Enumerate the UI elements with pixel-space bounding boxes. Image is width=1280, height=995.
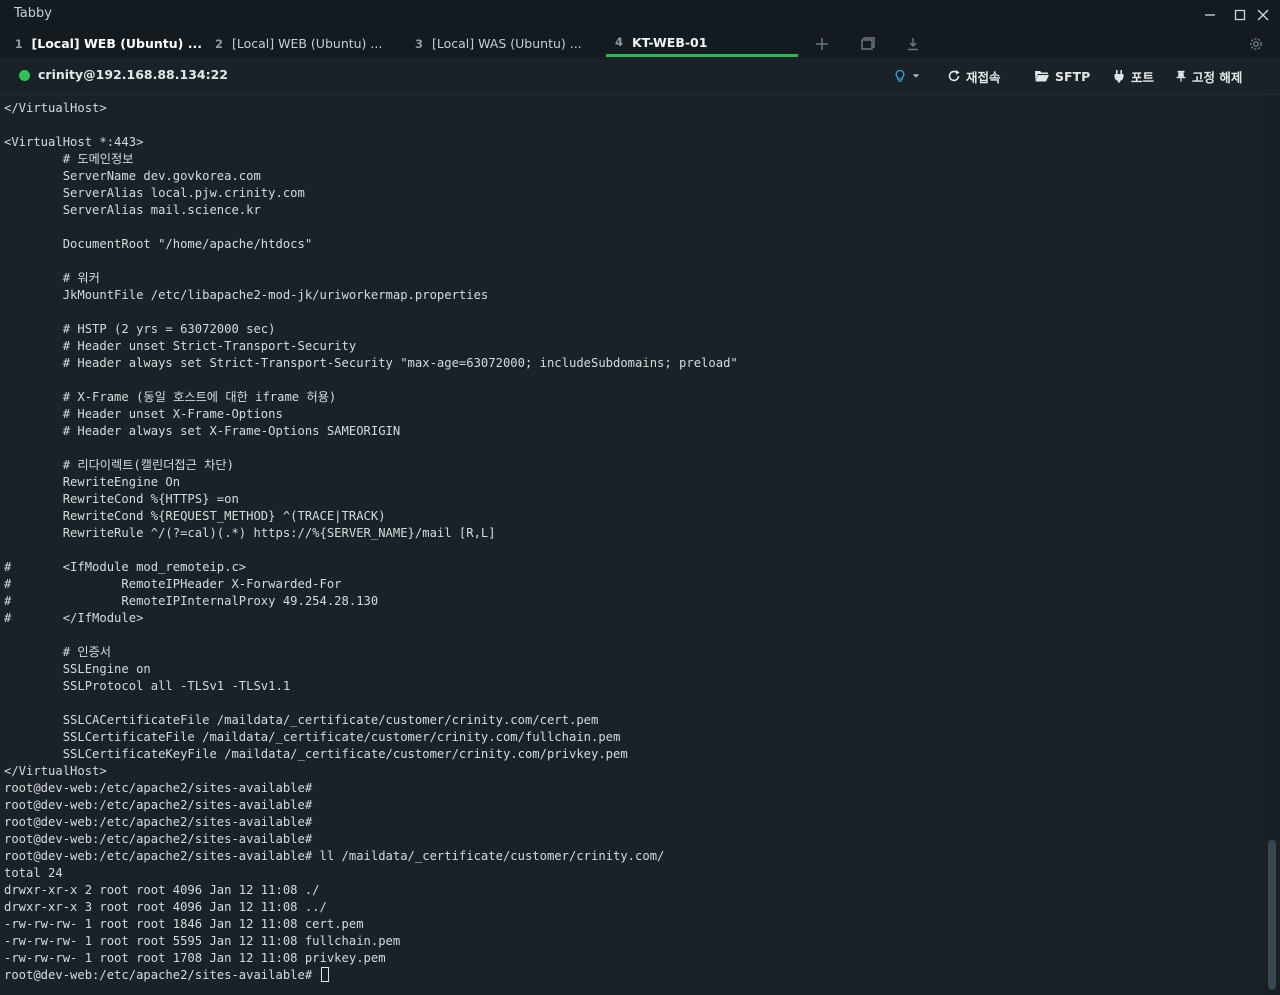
terminal-line: total 24 — [4, 866, 63, 880]
terminal-line: ServerAlias local.pjw.crinity.com — [4, 186, 305, 200]
terminal-line: SSLCACertificateFile /maildata/_certific… — [4, 713, 599, 727]
tab-2[interactable]: 2 [Local] WEB (Ubuntu) ... — [206, 30, 402, 57]
terminal-line: SSLProtocol all -TLSv1 -TLSv1.1 — [4, 679, 291, 693]
chevron-down-icon — [912, 72, 920, 80]
tab-1[interactable]: 1 [Local] WEB (Ubuntu) ... — [6, 30, 202, 57]
pin-icon — [1175, 69, 1187, 83]
sftp-button[interactable]: SFTP — [1034, 66, 1090, 86]
sftp-label: SFTP — [1055, 68, 1091, 84]
session-toolbar: crinity@192.168.88.134:22 재접속 SFTP 포트 고정… — [0, 57, 1280, 95]
terminal-line: SSLEngine on — [4, 662, 151, 676]
terminal-prompt: root@dev-web:/etc/apache2/sites-availabl… — [4, 968, 320, 982]
tab-number: 3 — [414, 36, 423, 51]
terminal-line: # 인증서 — [4, 645, 112, 659]
title-bar: Tabby — [0, 0, 1280, 30]
gear-icon — [1250, 38, 1262, 50]
connection-status-indicator — [19, 70, 30, 81]
terminal-prompt-line[interactable]: root@dev-web:/etc/apache2/sites-availabl… — [4, 967, 329, 984]
new-tab-button[interactable] — [811, 34, 833, 54]
tab-label: [Local] WAS (Ubuntu) ... — [432, 36, 582, 51]
scrollbar-thumb[interactable] — [1268, 840, 1276, 990]
unpin-button[interactable]: 고정 해제 — [1175, 66, 1242, 86]
ports-button[interactable]: 포트 — [1112, 66, 1154, 86]
tab-label: KT-WEB-01 — [632, 34, 708, 50]
terminal-line: <VirtualHost *:443> — [4, 135, 144, 149]
tab-number: 4 — [614, 35, 623, 49]
connection-label: crinity@192.168.88.134:22 — [38, 67, 228, 82]
tab-label: [Local] WEB (Ubuntu) ... — [31, 36, 202, 51]
tab-3[interactable]: 3 [Local] WAS (Ubuntu) ... — [406, 30, 602, 57]
minimize-icon — [1205, 14, 1215, 16]
terminal-output[interactable]: </VirtualHost> <VirtualHost *:443> # 도메인… — [0, 95, 1264, 995]
terminal-line: # Header unset X-Frame-Options — [4, 407, 283, 421]
ports-label: 포트 — [1131, 69, 1155, 85]
terminal-line: # 워커 — [4, 271, 100, 285]
terminal-line: # </IfModule> — [4, 611, 144, 625]
reconnect-label: 재접속 — [966, 69, 1001, 85]
terminal-line: SSLCertificateKeyFile /maildata/_certifi… — [4, 747, 628, 761]
terminal-line: # HSTP (2 yrs = 63072000 sec) — [4, 322, 276, 336]
plug-icon — [1112, 69, 1126, 83]
terminal-line: SSLCertificateFile /maildata/_certificat… — [4, 730, 621, 744]
terminal-line: # 리다이렉트(캘린더접근 차단) — [4, 458, 234, 472]
window-layout-button[interactable] — [857, 34, 879, 54]
terminal-line: DocumentRoot "/home/apache/htdocs" — [4, 237, 313, 251]
close-icon — [1257, 9, 1269, 21]
terminal-line: -rw-rw-rw- 1 root root 5595 Jan 12 11:08… — [4, 934, 401, 948]
terminal-line: </VirtualHost> — [4, 101, 107, 115]
terminal-line: RewriteCond %{HTTPS} =on — [4, 492, 239, 506]
tab-label: [Local] WEB (Ubuntu) ... — [232, 36, 383, 51]
terminal-line: RewriteRule ^/(?=cal)(.*) https://%{SERV… — [4, 526, 496, 540]
terminal-line: root@dev-web:/etc/apache2/sites-availabl… — [4, 849, 665, 863]
tab-bar: 1 [Local] WEB (Ubuntu) ... 2 [Local] WEB… — [0, 30, 1280, 57]
terminal-line: # <IfModule mod_remoteip.c> — [4, 560, 247, 574]
terminal-line: drwxr-xr-x 3 root root 4096 Jan 12 11:08… — [4, 900, 327, 914]
terminal-line: drwxr-xr-x 2 root root 4096 Jan 12 11:08… — [4, 883, 320, 897]
terminal-line: # Header always set X-Frame-Options SAME… — [4, 424, 401, 438]
settings-button[interactable] — [1245, 34, 1267, 54]
folder-open-icon — [1034, 69, 1050, 83]
maximize-icon — [1234, 9, 1246, 21]
reload-icon — [947, 69, 961, 83]
terminal-cursor — [320, 967, 329, 982]
terminal-line: ServerName dev.govkorea.com — [4, 169, 261, 183]
tab-number: 2 — [214, 36, 223, 51]
tab-number: 1 — [14, 36, 23, 51]
terminal-line: # RemoteIPInternalProxy 49.254.28.130 — [4, 594, 379, 608]
download-icon — [908, 38, 918, 51]
lightbulb-icon — [893, 69, 907, 83]
minimize-button[interactable] — [1195, 4, 1225, 26]
terminal-line: # X-Frame (동일 호스트에 대한 iframe 허용) — [4, 390, 337, 404]
app-title: Tabby — [14, 6, 52, 21]
terminal-line: root@dev-web:/etc/apache2/sites-availabl… — [4, 781, 313, 795]
terminal-line: root@dev-web:/etc/apache2/sites-availabl… — [4, 798, 313, 812]
close-window-button[interactable] — [1248, 4, 1278, 26]
terminal-line: root@dev-web:/etc/apache2/sites-availabl… — [4, 815, 313, 829]
hint-dropdown-button[interactable] — [893, 66, 925, 86]
terminal-line: JkMountFile /etc/libapache2-mod-jk/uriwo… — [4, 288, 489, 302]
unpin-label: 고정 해제 — [1192, 69, 1243, 85]
reconnect-button[interactable]: 재접속 — [947, 66, 1001, 86]
windows-icon — [861, 37, 875, 50]
terminal-line: # 도메인정보 — [4, 152, 134, 166]
tab-4[interactable]: 4 KT-WEB-01 — [606, 30, 798, 57]
terminal-line: # Header always set Strict-Transport-Sec… — [4, 356, 738, 370]
terminal-line: # Header unset Strict-Transport-Security — [4, 339, 357, 353]
terminal-line: -rw-rw-rw- 1 root root 1846 Jan 12 11:08… — [4, 917, 364, 931]
terminal-line: ServerAlias mail.science.kr — [4, 203, 261, 217]
terminal-scrollbar[interactable] — [1264, 95, 1280, 995]
terminal-line: RewriteEngine On — [4, 475, 181, 489]
terminal-line: -rw-rw-rw- 1 root root 1708 Jan 12 11:08… — [4, 951, 386, 965]
terminal-line: </VirtualHost> — [4, 764, 107, 778]
terminal-line: RewriteCond %{REQUEST_METHOD} ^(TRACE|TR… — [4, 509, 386, 523]
terminal-line: root@dev-web:/etc/apache2/sites-availabl… — [4, 832, 313, 846]
terminal-line: # RemoteIPHeader X-Forwarded-For — [4, 577, 342, 591]
plus-icon — [816, 38, 828, 50]
download-button[interactable] — [902, 34, 924, 54]
